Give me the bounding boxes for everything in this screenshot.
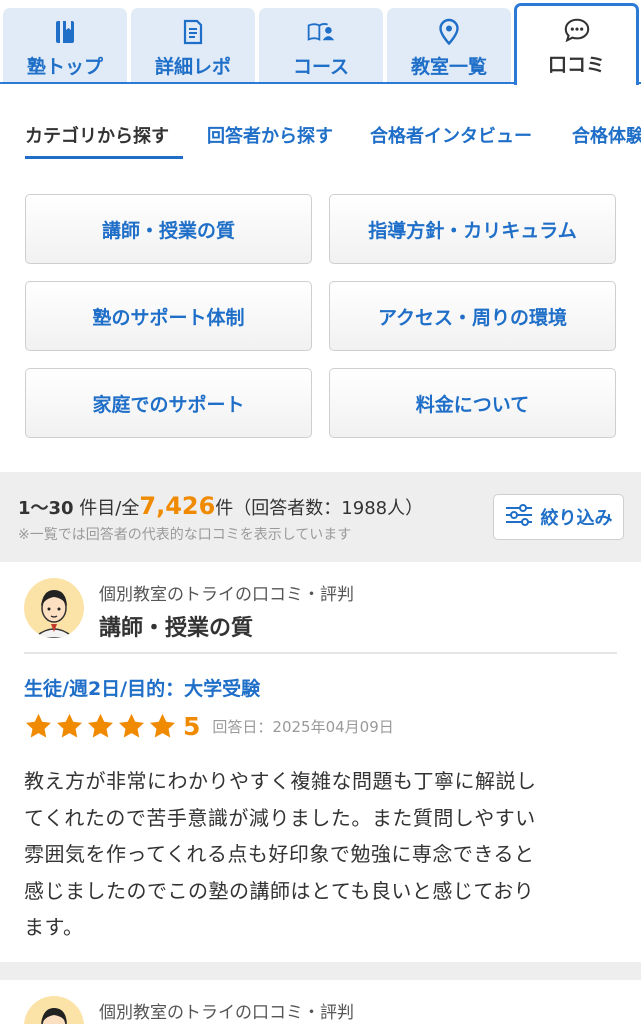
star-icon [26,713,51,738]
review-body: 教え方が非常にわかりやすく複雑な問題も丁寧に解説し てくれたので苦手意識が減りま… [24,763,614,946]
review-body-line: 感じましたのでこの塾の講師はとても良いと感じており [24,878,535,903]
result-total: 7,426 [139,492,216,520]
tab-juku-top[interactable]: 塾トップ [3,8,127,83]
category-button-access[interactable]: アクセス・周りの環境 [329,281,616,351]
review-meta-link[interactable]: 生徒/週2日/目的：大学受験 [24,674,260,701]
subtab-by-category[interactable]: カテゴリから探す [25,122,169,148]
tab-detail-report[interactable]: 詳細レポ [131,8,255,83]
review-body-line: 雰囲気を作ってくれる点も好印象で勉強に専念できると [24,842,535,866]
tab-label: 教室一覧 [410,56,487,78]
review-card: 個別教室のトライの口コミ・評判 [0,980,641,1024]
review-search-subtabs: カテゴリから探す 回答者から探す 合格者インタビュー 合格体験 [0,100,641,160]
rating-row: 5 回答日：2025年04月09日 [24,712,394,741]
result-count: 1〜30 件目/全7,426件（回答者数：1988人） [18,492,423,520]
review-category-title: 講師・授業の質 [99,616,254,641]
book-icon [51,18,79,46]
top-tab-bar: 塾トップ 詳細レポ コース 教室一覧 口コミ [0,0,641,85]
result-range-suffix: 件目/全 [73,498,140,519]
tab-label: 詳細レポ [154,56,231,78]
rating-score: 5 [183,712,201,741]
review-date: 回答日：2025年04月09日 [212,718,394,736]
course-icon [307,18,335,46]
avatar-icon [24,578,84,638]
tab-classroom-list[interactable]: 教室一覧 [387,8,511,83]
result-total-suffix: 件（回答者数：1988人） [215,498,424,519]
divider [24,652,617,654]
category-button-support[interactable]: 塾のサポート体制 [25,281,312,351]
star-icon [119,713,144,738]
tab-reviews[interactable]: 口コミ [514,3,639,85]
subtab-experiences[interactable]: 合格体験 [572,122,641,148]
avatar-icon [24,996,84,1024]
active-subtab-indicator [25,156,183,159]
star-icon [88,713,113,738]
review-body-line: てくれたので苦手意識が減りました。また質問しやすい [24,805,536,830]
subtab-by-respondent[interactable]: 回答者から探す [207,122,333,148]
review-card: 個別教室のトライの口コミ・評判 講師・授業の質 生徒/週2日/目的：大学受験 5… [0,562,641,962]
review-body-line: 教え方が非常にわかりやすく複雑な問題も丁寧に解説し [24,769,537,793]
document-icon [179,18,207,46]
tab-label: 口コミ [547,54,605,76]
star-icon [57,713,82,738]
review-school-name: 個別教室のトライの口コミ・評判 [99,585,354,605]
category-button-home-support[interactable]: 家庭でのサポート [25,368,312,438]
location-pin-icon [435,18,463,46]
category-button-curriculum[interactable]: 指導方針・カリキュラム [329,194,616,264]
results-note: ※一覧では回答者の代表的な口コミを表示しています [18,527,352,543]
filter-button[interactable]: 絞り込み [493,494,624,540]
result-range: 1〜30 [18,498,74,519]
card-separator [0,962,641,980]
subtab-interviews[interactable]: 合格者インタビュー [370,122,532,148]
chat-bubble-icon [563,16,591,44]
filter-label: 絞り込み [540,508,613,529]
review-body-line: ます。 [24,915,84,939]
star-icon [150,713,175,738]
tab-label: コース [292,56,350,78]
category-button-fees[interactable]: 料金について [329,368,616,438]
category-button-teacher-quality[interactable]: 講師・授業の質 [25,194,312,264]
tab-course[interactable]: コース [259,8,383,83]
sliders-icon [505,504,533,530]
review-school-name: 個別教室のトライの口コミ・評判 [99,1003,354,1023]
tab-label: 塾トップ [26,56,103,78]
